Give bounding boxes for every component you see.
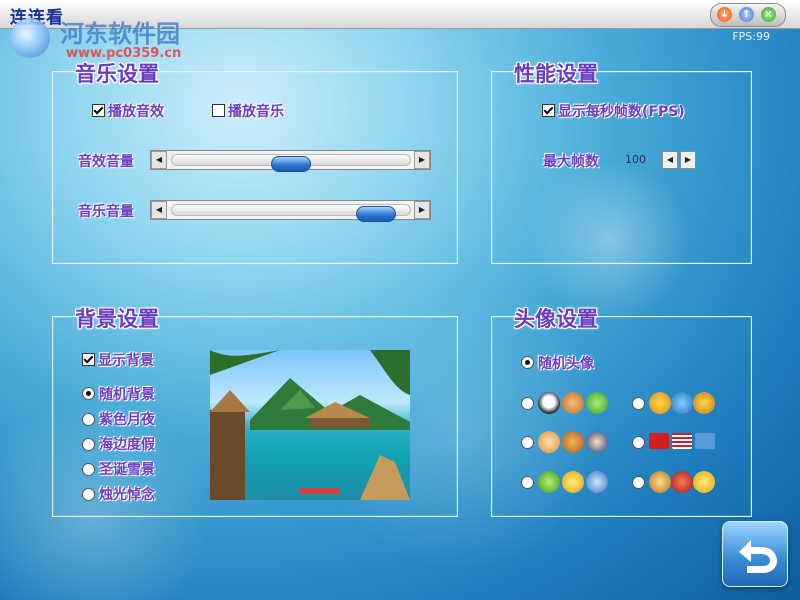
show-background-checkbox[interactable]: [82, 353, 95, 366]
play-sound-effects-checkbox[interactable]: [92, 104, 105, 117]
max-fps-value[interactable]: 100: [625, 153, 646, 166]
background-option-label[interactable]: 烛光悼念: [99, 484, 155, 504]
effects-volume-label: 音效音量: [78, 154, 134, 170]
avatar-settings-title: 头像设置: [514, 307, 598, 331]
max-fps-increase-button[interactable]: ▶: [680, 151, 696, 169]
music-settings-title: 音乐设置: [75, 62, 159, 86]
settings-window: 连连看 ↓ ↑ × 河东软件园 www.pc0359.cn FPS:99 音乐设…: [0, 0, 800, 600]
background-option-radio[interactable]: [82, 463, 95, 476]
background-settings-title: 背景设置: [75, 307, 159, 331]
help-icon[interactable]: ↑: [739, 7, 754, 22]
smiley-icon: [562, 471, 584, 493]
avatar-set-radio[interactable]: [632, 436, 645, 449]
back-arrow-icon: [739, 540, 777, 573]
slider-left-arrow-icon[interactable]: ◀: [151, 151, 167, 169]
avatar-set-radio[interactable]: [521, 397, 534, 410]
background-preview-image: [210, 350, 410, 500]
effects-volume-thumb[interactable]: [271, 156, 311, 172]
horse-icon: [562, 431, 584, 453]
ladybug-icon: [671, 471, 693, 493]
background-option-label[interactable]: 随机背景: [99, 384, 155, 404]
panda-icon: [538, 392, 560, 414]
window-controls: ↓ ↑ ×: [710, 3, 786, 27]
fish-icon: [586, 471, 608, 493]
performance-settings-panel: 性能设置: [491, 62, 752, 264]
random-avatar-radio[interactable]: [521, 356, 534, 369]
girl-icon: [538, 431, 560, 453]
slider-right-arrow-icon[interactable]: ▶: [414, 151, 430, 169]
avatar-set-radio[interactable]: [521, 476, 534, 489]
chick-icon: [693, 471, 715, 493]
tiger-icon: [671, 392, 693, 414]
slider-right-arrow-icon[interactable]: ▶: [414, 201, 430, 219]
play-music-checkbox[interactable]: [212, 104, 225, 117]
watermark-logo-icon: [10, 18, 50, 58]
play-music-label[interactable]: 播放音乐: [228, 101, 284, 121]
background-option-radio[interactable]: [82, 387, 95, 400]
fps-readout: FPS:99: [732, 30, 770, 43]
china-flag-icon: [649, 433, 669, 449]
back-button[interactable]: [722, 521, 788, 587]
play-sound-effects-label[interactable]: 播放音效: [108, 101, 164, 121]
effects-volume-slider[interactable]: ◀ ▶: [150, 150, 431, 172]
show-fps-checkbox[interactable]: [542, 104, 555, 117]
show-background-label[interactable]: 显示背景: [98, 350, 154, 370]
avatar-set-radio[interactable]: [632, 476, 645, 489]
performance-settings-title: 性能设置: [514, 62, 598, 86]
background-option-label[interactable]: 海边度假: [99, 434, 155, 454]
max-fps-decrease-button[interactable]: ◀: [662, 151, 678, 169]
frog-icon: [586, 392, 608, 414]
slider-track[interactable]: [171, 204, 411, 222]
avatar-set-radio[interactable]: [521, 436, 534, 449]
slider-left-arrow-icon[interactable]: ◀: [151, 201, 167, 219]
background-option-label[interactable]: 紫色月夜: [99, 409, 155, 429]
tiger-icon: [693, 392, 715, 414]
dog-icon: [562, 392, 584, 414]
alien-icon: [538, 471, 560, 493]
slider-track[interactable]: [171, 154, 411, 172]
background-option-radio[interactable]: [82, 413, 95, 426]
minimize-icon[interactable]: ↓: [717, 7, 732, 22]
background-option-label[interactable]: 圣诞雪景: [99, 459, 155, 479]
tiger-icon: [649, 392, 671, 414]
un-flag-icon: [695, 433, 715, 449]
background-option-radio[interactable]: [82, 438, 95, 451]
boy-icon: [586, 431, 608, 453]
background-option-radio[interactable]: [82, 488, 95, 501]
random-avatar-label[interactable]: 随机头像: [538, 353, 594, 373]
lion-icon: [649, 471, 671, 493]
max-fps-label: 最大帧数: [543, 154, 599, 170]
music-volume-slider[interactable]: ◀ ▶: [150, 200, 431, 222]
usa-flag-icon: [672, 433, 692, 449]
music-volume-label: 音乐音量: [78, 204, 134, 220]
avatar-set-radio[interactable]: [632, 397, 645, 410]
watermark-text: 河东软件园: [60, 20, 180, 48]
show-fps-label[interactable]: 显示每秒帧数(FPS): [558, 101, 685, 121]
tropical-beach-scene-icon: [210, 350, 410, 500]
close-icon[interactable]: ×: [761, 7, 776, 22]
music-volume-thumb[interactable]: [356, 206, 396, 222]
